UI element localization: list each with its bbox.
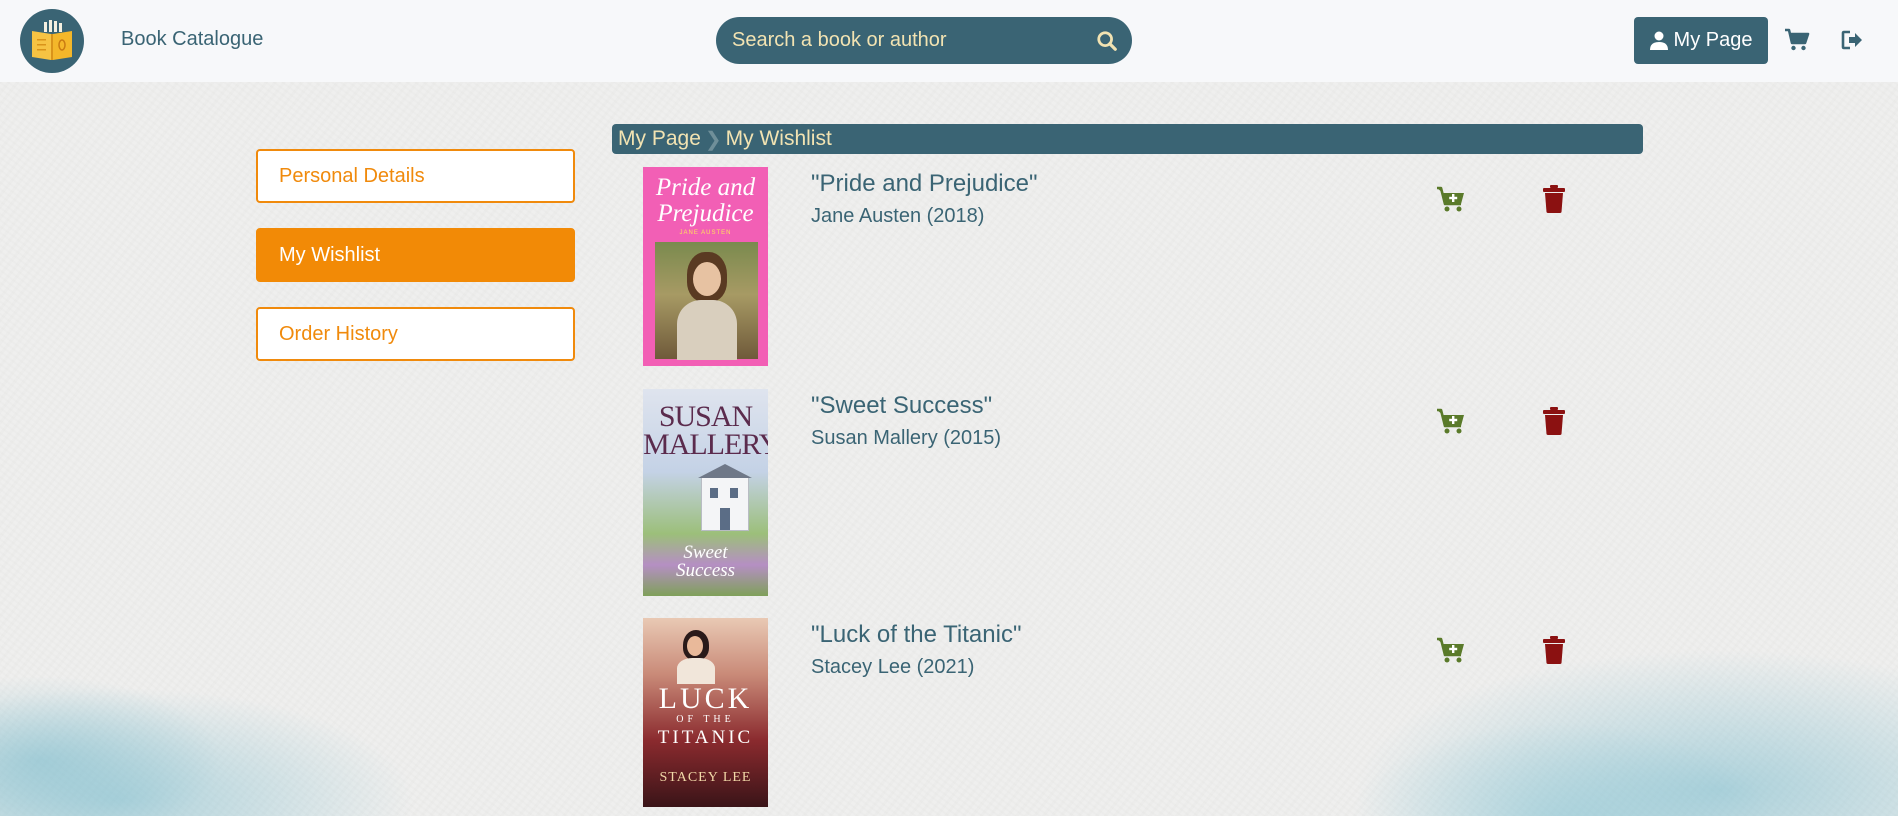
sidebar-item-label: My Wishlist [279, 243, 381, 266]
trash-icon[interactable] [1542, 184, 1566, 214]
cart-plus-icon[interactable] [1436, 184, 1466, 214]
book-author: Stacey Lee (2021) [811, 656, 975, 678]
book-author: Susan Mallery (2015) [811, 427, 1002, 449]
cover-title-line: Prejudice [657, 200, 754, 227]
logout-icon[interactable] [1840, 27, 1866, 53]
cover-title-line: LUCK [658, 682, 753, 715]
cover-title-line: Pride and [655, 174, 756, 201]
book-title[interactable]: "Luck of the Titanic" [811, 621, 1021, 649]
book-cover-sweet-success[interactable]: SUSAN MALLERY Sweet Success [643, 389, 768, 596]
open-book-icon [32, 20, 72, 60]
cover-title-line: SUSAN [658, 400, 753, 433]
breadcrumb-my-wishlist: My Wishlist [725, 127, 832, 150]
brand-name[interactable]: Book Catalogue [121, 28, 263, 51]
sidebar-item-label: Order History [279, 322, 398, 345]
cover-photo [655, 242, 758, 360]
my-page-label: My Page [1673, 29, 1753, 51]
cart-icon[interactable] [1784, 27, 1810, 53]
search-bar [716, 17, 1132, 64]
cart-plus-icon[interactable] [1436, 406, 1466, 436]
book-cover-pride-and-prejudice[interactable]: Pride and Prejudice JANE AUSTEN [643, 167, 768, 366]
cover-author: STACEY LEE [659, 770, 752, 785]
trash-icon[interactable] [1542, 406, 1566, 436]
my-page-button[interactable]: My Page [1634, 17, 1768, 64]
sidebar-item-label: Personal Details [279, 164, 425, 187]
book-cover-luck-of-the-titanic[interactable]: LUCK OF THE TITANIC STACEY LEE [643, 618, 768, 807]
book-author: Jane Austen (2018) [811, 205, 985, 227]
top-navbar: Book Catalogue My Page [0, 0, 1898, 82]
sidebar-item-my-wishlist[interactable]: My Wishlist [256, 228, 575, 282]
book-title[interactable]: "Pride and Prejudice" [811, 170, 1038, 198]
cover-house [698, 464, 752, 531]
user-icon [1649, 31, 1668, 50]
cover-title-line: MALLERY [643, 428, 768, 461]
search-icon[interactable] [1096, 30, 1118, 52]
cover-author: JANE AUSTEN [679, 230, 732, 236]
book-title[interactable]: "Sweet Success" [811, 392, 992, 420]
search-input[interactable] [732, 17, 1072, 64]
cart-plus-icon[interactable] [1436, 635, 1466, 665]
logo[interactable] [20, 9, 84, 73]
breadcrumb-my-page[interactable]: My Page [618, 127, 701, 151]
cover-book-title: Sweet Success [675, 542, 736, 581]
sidebar-item-order-history[interactable]: Order History [256, 307, 575, 361]
breadcrumb: My Page ❯ My Wishlist [612, 124, 1643, 154]
cover-title-line: TITANIC [657, 727, 754, 748]
sidebar-item-personal-details[interactable]: Personal Details [256, 149, 575, 203]
chevron-right-icon: ❯ [704, 128, 722, 151]
cover-title-line: OF THE [676, 714, 735, 725]
trash-icon[interactable] [1542, 635, 1566, 665]
